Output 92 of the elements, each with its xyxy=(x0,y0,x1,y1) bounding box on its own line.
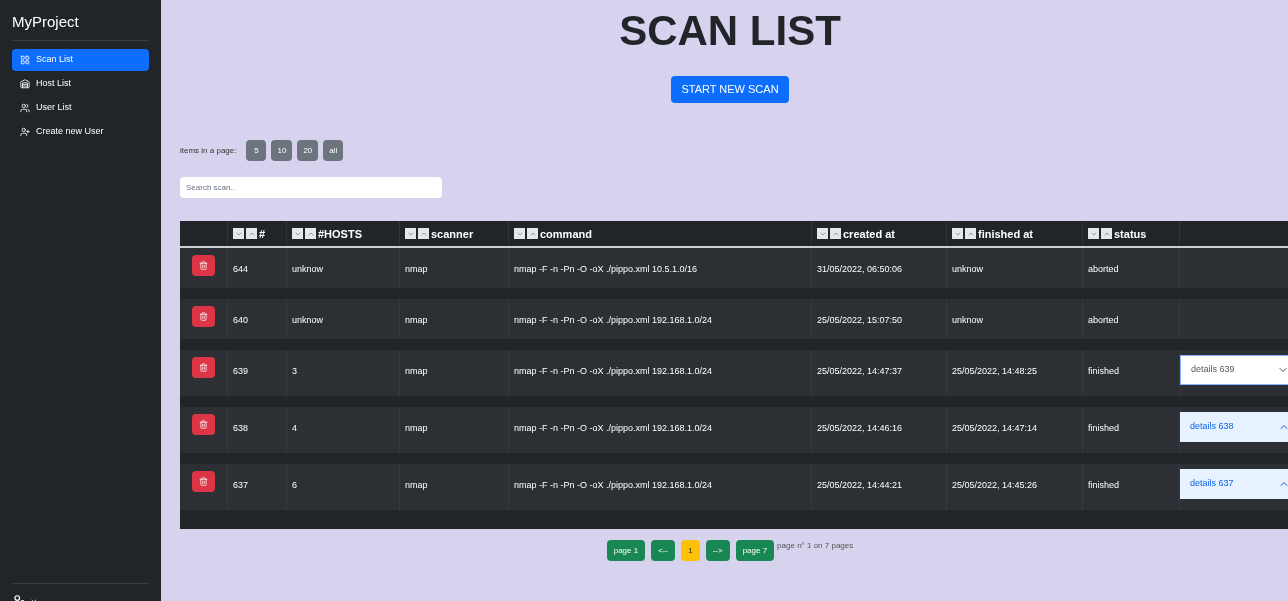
column-header: scanner xyxy=(431,228,474,240)
sort-ascending-button[interactable] xyxy=(305,228,316,239)
delete-button[interactable] xyxy=(192,306,215,327)
table-cell: unknow xyxy=(952,264,984,274)
trash-icon xyxy=(199,477,208,486)
add-user-icon xyxy=(20,127,30,137)
brand-name: MyProject xyxy=(12,12,149,41)
start-new-scan-button[interactable]: START NEW SCAN xyxy=(671,76,789,103)
sidebar-item[interactable]: Scan List xyxy=(12,49,149,71)
grid-icon xyxy=(20,55,30,65)
sort-ascending-button[interactable] xyxy=(246,228,257,239)
table-cell: 3 xyxy=(292,366,297,376)
sort-ascending-button[interactable] xyxy=(527,228,538,239)
page-info: page n° 1 on 7 pages xyxy=(777,540,854,552)
sort-ascending-button[interactable] xyxy=(965,228,976,239)
table-cell: 25/05/2022, 14:44:21 xyxy=(817,480,903,490)
column-header: # xyxy=(259,228,266,240)
sort-descending-button[interactable] xyxy=(514,228,525,239)
column-header: created at xyxy=(843,228,895,240)
sort-ascending-button[interactable] xyxy=(1101,228,1112,239)
trash-icon xyxy=(199,363,208,372)
table-cell: finished xyxy=(1088,423,1120,433)
table-cell: 25/05/2022, 14:48:25 xyxy=(952,366,1038,376)
table-cell: nmap -F -n -Pn -O -oX ./pippo.xml 192.168.1.0/24 xyxy=(514,423,713,433)
page-size-button[interactable]: all xyxy=(323,140,344,161)
table-cell: nmap -F -n -Pn -O -oX ./pippo.xml 192.168.1.0/24 xyxy=(514,480,713,490)
table-cell: 25/05/2022, 14:47:37 xyxy=(817,366,903,376)
sort-descending-button[interactable] xyxy=(952,228,963,239)
trash-icon xyxy=(199,420,208,429)
table-cell: nmap -F -n -Pn -O -oX ./pippo.xml 192.168.1.0/24 xyxy=(514,315,713,325)
column-header: #HOSTS xyxy=(318,228,362,240)
column-header: status xyxy=(1114,228,1147,240)
table-cell: 6 xyxy=(292,480,297,490)
table-cell: unknow xyxy=(292,315,324,325)
sort-descending-button[interactable] xyxy=(817,228,828,239)
sort-descending-button[interactable] xyxy=(1088,228,1099,239)
sidebar-item[interactable]: User List xyxy=(12,97,149,119)
page-size-button[interactable]: 5 xyxy=(246,140,267,161)
table-cell: 639 xyxy=(233,366,249,376)
building-icon xyxy=(20,79,30,89)
delete-button[interactable] xyxy=(192,471,215,492)
users-icon xyxy=(20,103,30,113)
pagination-button[interactable]: page 1 xyxy=(606,540,646,561)
page-size-button[interactable]: 20 xyxy=(297,140,319,161)
table-cell: unknow xyxy=(952,315,984,325)
details-accordion-button[interactable]: details 638 xyxy=(1180,412,1288,442)
table-cell: 25/05/2022, 14:46:16 xyxy=(817,423,903,433)
table-cell: 25/05/2022, 14:45:26 xyxy=(952,480,1038,490)
sidebar-item[interactable]: Create new User xyxy=(12,121,149,143)
sort-descending-button[interactable] xyxy=(233,228,244,239)
page-title: SCAN LIST xyxy=(618,6,842,56)
table-cell: unknow xyxy=(292,264,324,274)
pagination-button[interactable]: page 7 xyxy=(735,540,775,561)
table-cell: nmap xyxy=(405,315,428,325)
sort-ascending-button[interactable] xyxy=(830,228,841,239)
delete-button[interactable] xyxy=(192,414,215,435)
table-cell: aborted xyxy=(1088,264,1119,274)
details-accordion-button[interactable]: details 637 xyxy=(1180,469,1288,499)
page-size-button[interactable]: 10 xyxy=(271,140,293,161)
table-cell: nmap xyxy=(405,366,428,376)
table-cell: 640 xyxy=(233,315,249,325)
table-cell: 31/05/2022, 06:50:06 xyxy=(817,264,903,274)
column-header: finished at xyxy=(978,228,1033,240)
table-cell: nmap -F -n -Pn -O -oX ./pippo.xml 10.5.1.0/16 xyxy=(514,264,698,274)
table-cell: 4 xyxy=(292,423,297,433)
sort-ascending-button[interactable] xyxy=(418,228,429,239)
table-cell: 25/05/2022, 14:47:14 xyxy=(952,423,1038,433)
sidebar-item[interactable]: Host List xyxy=(12,73,149,95)
column-header: command xyxy=(540,228,592,240)
table-cell: nmap xyxy=(405,480,428,490)
table-cell: 637 xyxy=(233,480,249,490)
details-accordion-button[interactable]: details 639 xyxy=(1180,355,1288,385)
pagination-button[interactable]: --> xyxy=(705,540,730,561)
table-cell: 644 xyxy=(233,264,249,274)
table-cell: nmap xyxy=(405,423,428,433)
search-field[interactable]: Search scan.. xyxy=(180,177,442,198)
pagination-button[interactable]: 1 xyxy=(681,540,700,561)
table-cell: aborted xyxy=(1088,315,1119,325)
trash-icon xyxy=(199,312,208,321)
sort-descending-button[interactable] xyxy=(292,228,303,239)
pagination-button[interactable]: <-- xyxy=(651,540,676,561)
page-size-label: items in a page: xyxy=(180,144,237,157)
sort-descending-button[interactable] xyxy=(405,228,416,239)
table-cell: nmap -F -n -Pn -O -oX ./pippo.xml 192.168.1.0/24 xyxy=(514,366,713,376)
table-cell: nmap xyxy=(405,264,428,274)
table-cell: finished xyxy=(1088,366,1120,376)
table-cell: finished xyxy=(1088,480,1120,490)
table-cell: 638 xyxy=(233,423,249,433)
delete-button[interactable] xyxy=(192,255,215,276)
trash-icon xyxy=(199,261,208,270)
delete-button[interactable] xyxy=(192,357,215,378)
table-cell: 25/05/2022, 15:07:50 xyxy=(817,315,903,325)
